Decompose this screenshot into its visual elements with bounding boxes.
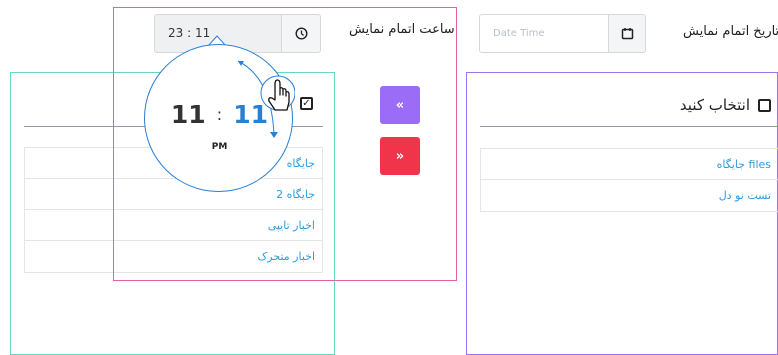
date-time-input[interactable]: Date Time [479,14,609,53]
calendar-button[interactable] [608,14,646,53]
available-list: جایگاه files تست نو دل [480,148,778,212]
select-all-header[interactable]: انتخاب کنید [680,96,771,114]
header-divider [480,126,778,127]
list-item[interactable]: جایگاه files [481,149,778,180]
select-all-label: انتخاب کنید [679,96,750,114]
date-time-placeholder: Date Time [493,28,545,39]
clock-hours[interactable]: 11 [171,100,206,129]
date-end-label: تاریخ اتمام نمایش [683,24,778,39]
select-all-checkbox[interactable] [758,98,771,112]
clock-separator: : [216,105,223,124]
available-items-panel: انتخاب کنید جایگاه files تست نو دل [466,72,778,355]
calendar-icon [621,28,633,40]
clock-icon [294,27,308,40]
time-end-label: ساعت اتمام نمایش [349,22,455,37]
list-item[interactable]: تست نو دل [481,180,778,211]
time-value: 23 : 11 [168,26,211,40]
clock-button[interactable] [281,14,321,53]
hand-cursor-icon [260,75,295,111]
